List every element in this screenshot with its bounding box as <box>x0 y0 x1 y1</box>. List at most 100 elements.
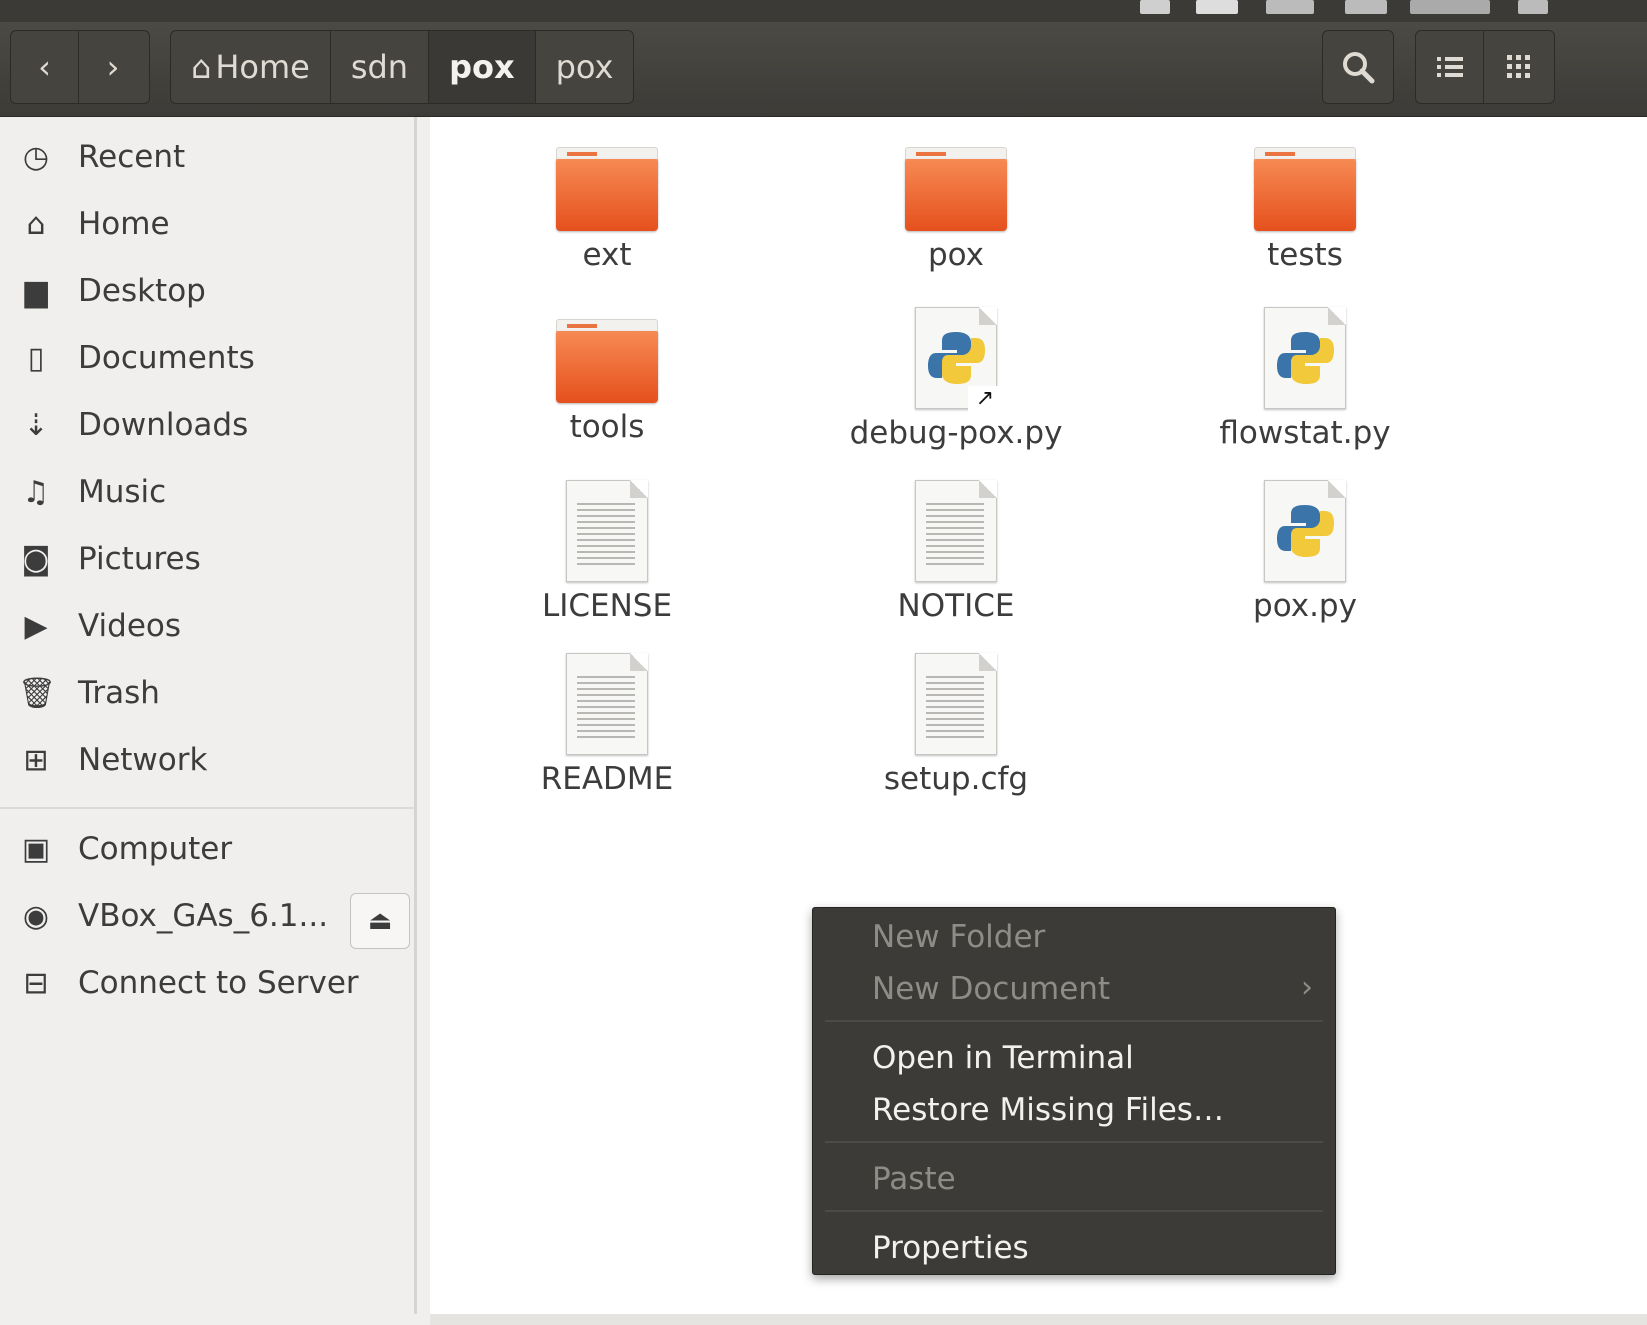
menu-item-open-terminal[interactable]: Open in Terminal <box>813 1033 1335 1083</box>
sidebar-item-label: VBox_GAs_6.1... <box>78 898 329 934</box>
grid-view-button[interactable] <box>1484 31 1554 103</box>
breadcrumb-pox-child[interactable]: pox <box>536 31 634 103</box>
sidebar-item-downloads[interactable]: ⇣ Downloads <box>0 395 414 455</box>
sidebar-item-trash[interactable]: 🗑 Trash <box>0 663 414 723</box>
folder-icon <box>1254 147 1356 231</box>
file-name: pox.py <box>1253 588 1357 624</box>
tray-icon-volume[interactable] <box>1345 0 1387 14</box>
eject-icon: ⏏ <box>367 906 393 936</box>
tray-icon-battery[interactable] <box>1266 0 1314 14</box>
menu-item-restore-missing[interactable]: Restore Missing Files… <box>813 1085 1335 1135</box>
text-file-icon <box>566 480 648 582</box>
menu-item-label: Restore Missing Files… <box>872 1092 1224 1128</box>
sidebar-item-network[interactable]: ⊞ Network <box>0 730 414 790</box>
sidebar-item-desktop[interactable]: ▆ Desktop <box>0 261 414 321</box>
search-button[interactable] <box>1323 31 1393 103</box>
text-file-icon <box>915 480 997 582</box>
sidebar-item-music[interactable]: ♫ Music <box>0 462 414 522</box>
sidebar-item-vbox-gas[interactable]: ◉ VBox_GAs_6.1... <box>0 886 340 946</box>
search-group <box>1322 30 1394 104</box>
context-menu: New Folder New Document › Open in Termin… <box>812 907 1336 1275</box>
file-item-readme[interactable]: README <box>457 653 757 797</box>
view-toggle-group <box>1415 30 1555 104</box>
sidebar-item-label: Connect to Server <box>78 965 359 1001</box>
file-item-license[interactable]: LICENSE <box>457 480 757 624</box>
sidebar-item-label: Pictures <box>78 541 201 577</box>
document-icon: ▯ <box>27 340 45 376</box>
file-name: NOTICE <box>897 588 1015 624</box>
eject-button[interactable]: ⏏ <box>350 893 410 949</box>
breadcrumb-label: sdn <box>350 48 409 86</box>
text-file-icon <box>566 653 648 755</box>
music-icon: ♫ <box>22 474 50 510</box>
file-name: tools <box>569 409 645 445</box>
history-nav: ‹ › <box>10 30 150 104</box>
sidebar-item-label: Music <box>78 474 167 510</box>
text-file-icon <box>915 653 997 755</box>
menu-item-label: Paste <box>872 1161 956 1197</box>
camera-icon: ◙ <box>21 541 51 577</box>
sidebar-item-connect-server[interactable]: ⊟ Connect to Server <box>0 953 414 1013</box>
file-item-flowstat-py[interactable]: flowstat.py <box>1155 307 1455 451</box>
folder-icon <box>556 319 658 403</box>
file-item-ext[interactable]: ext <box>457 147 757 273</box>
menu-item-label: Open in Terminal <box>872 1040 1134 1076</box>
sidebar-item-label: Documents <box>78 340 255 376</box>
grid-view-icon <box>1507 55 1530 78</box>
sidebar-item-pictures[interactable]: ◙ Pictures <box>0 529 414 589</box>
sidebar-item-label: Downloads <box>78 407 249 443</box>
tray-icon-download[interactable] <box>1140 0 1170 14</box>
server-icon: ⊟ <box>23 965 49 1001</box>
sidebar-item-label: Home <box>78 206 170 242</box>
forward-button[interactable]: › <box>79 31 147 103</box>
tray-icon-settings[interactable] <box>1518 0 1548 14</box>
file-name: README <box>540 761 674 797</box>
file-name: flowstat.py <box>1219 415 1391 451</box>
places-sidebar: ◷ Recent ⌂ Home ▆ Desktop ▯ Documents ⇣ … <box>0 117 417 1314</box>
file-name: tests <box>1267 237 1343 273</box>
breadcrumb-sdn[interactable]: sdn <box>331 31 430 103</box>
sidebar-item-recent[interactable]: ◷ Recent <box>0 127 414 187</box>
download-icon: ⇣ <box>23 407 49 443</box>
menu-item-label: New Folder <box>872 919 1046 955</box>
file-name: debug-pox.py <box>849 415 1063 451</box>
sidebar-item-documents[interactable]: ▯ Documents <box>0 328 414 388</box>
sidebar-divider <box>0 807 414 809</box>
file-item-pox-folder[interactable]: pox <box>806 147 1106 273</box>
menu-item-new-document[interactable]: New Document › <box>813 964 1335 1014</box>
tray-clock[interactable] <box>1410 0 1490 14</box>
python-logo-icon <box>1277 332 1334 384</box>
breadcrumb-label: pox <box>555 48 614 86</box>
file-item-setup-cfg[interactable]: setup.cfg <box>806 653 1106 797</box>
sidebar-item-label: Videos <box>78 608 182 644</box>
menu-item-properties[interactable]: Properties <box>813 1223 1335 1273</box>
disc-icon: ◉ <box>22 898 50 934</box>
file-name: LICENSE <box>541 588 673 624</box>
breadcrumb-home[interactable]: ⌂ Home <box>171 31 331 103</box>
sidebar-item-label: Recent <box>78 139 186 175</box>
video-icon: ▶ <box>24 608 48 644</box>
folder-icon <box>905 147 1007 231</box>
tray-icon-keyboard[interactable] <box>1196 0 1238 14</box>
menu-item-new-folder[interactable]: New Folder <box>813 912 1335 962</box>
sidebar-item-computer[interactable]: ▣ Computer <box>0 819 414 879</box>
sidebar-item-label: Desktop <box>78 273 206 309</box>
file-item-pox-py[interactable]: pox.py <box>1155 480 1455 624</box>
file-item-notice[interactable]: NOTICE <box>806 480 1106 624</box>
sidebar-item-label: Trash <box>78 675 160 711</box>
python-logo-icon <box>928 332 985 384</box>
menu-item-paste[interactable]: Paste <box>813 1154 1335 1204</box>
chevron-right-icon: › <box>106 48 120 86</box>
sidebar-item-videos[interactable]: ▶ Videos <box>0 596 414 656</box>
search-icon <box>1343 52 1375 84</box>
file-item-tools[interactable]: tools <box>457 319 757 445</box>
list-view-button[interactable] <box>1416 31 1484 103</box>
file-item-debug-pox-py[interactable]: ↗ debug-pox.py <box>806 307 1106 451</box>
breadcrumb-pox-current[interactable]: pox <box>429 31 536 103</box>
python-file-icon: ↗ <box>915 307 1002 412</box>
sidebar-item-home[interactable]: ⌂ Home <box>0 194 414 254</box>
back-button[interactable]: ‹ <box>11 31 79 103</box>
file-item-tests[interactable]: tests <box>1155 147 1455 273</box>
menu-item-label: Properties <box>872 1230 1029 1266</box>
sidebar-item-label: Computer <box>78 831 233 867</box>
